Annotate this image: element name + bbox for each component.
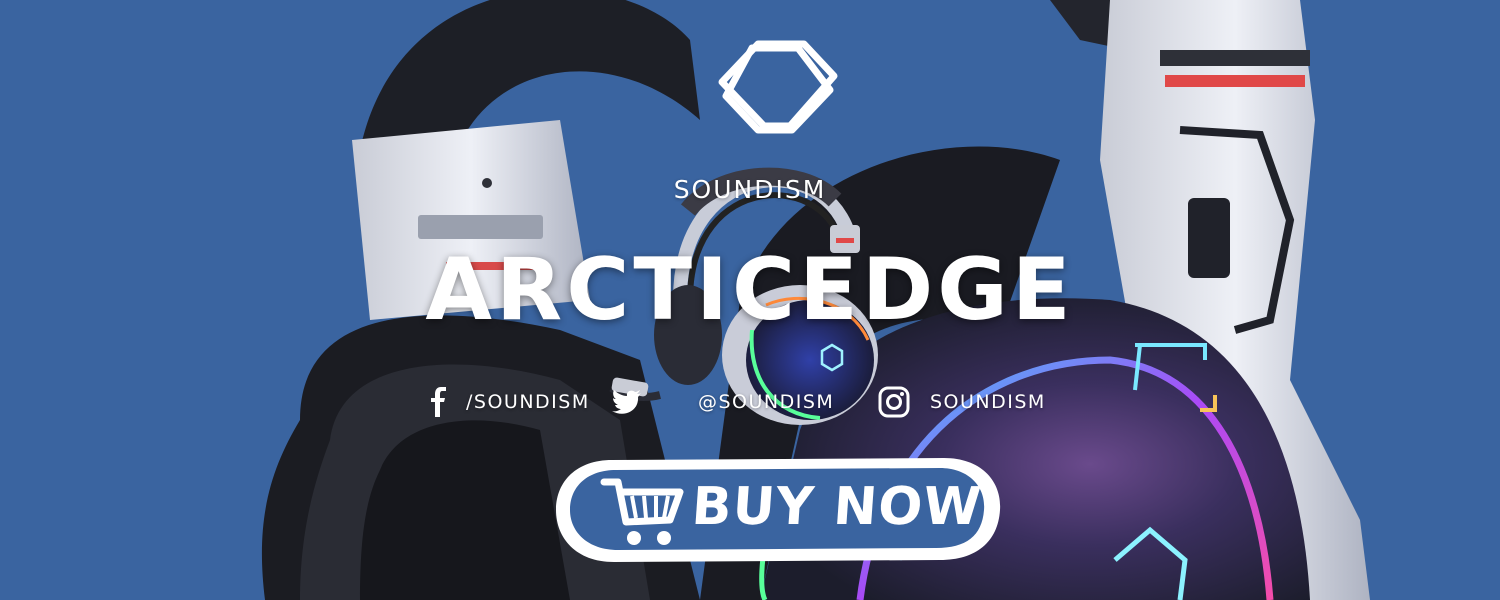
shopping-cart-icon [600,478,684,545]
promo-banner: SOUNDISM ARCTICEDGE /SOUNDISM @SOUNDISM … [0,0,1500,600]
buy-now-label: BUY NOW [689,477,984,537]
soundism-logo-icon [718,40,838,134]
instagram-handle: SOUNDISM [930,391,1046,413]
social-instagram[interactable]: SOUNDISM [878,385,1046,419]
facebook-handle: /SOUNDISM [466,391,590,413]
facebook-icon [431,387,446,417]
buy-now-button[interactable]: BUY NOW [552,452,1004,566]
product-title: ARCTICEDGE [425,240,1075,340]
instagram-icon [878,386,910,418]
social-twitter[interactable]: @SOUNDISM [612,385,834,419]
twitter-icon [612,390,641,414]
brand-name: SOUNDISM [673,175,827,204]
social-facebook[interactable]: /SOUNDISM [428,385,590,419]
twitter-handle: @SOUNDISM [698,391,835,413]
